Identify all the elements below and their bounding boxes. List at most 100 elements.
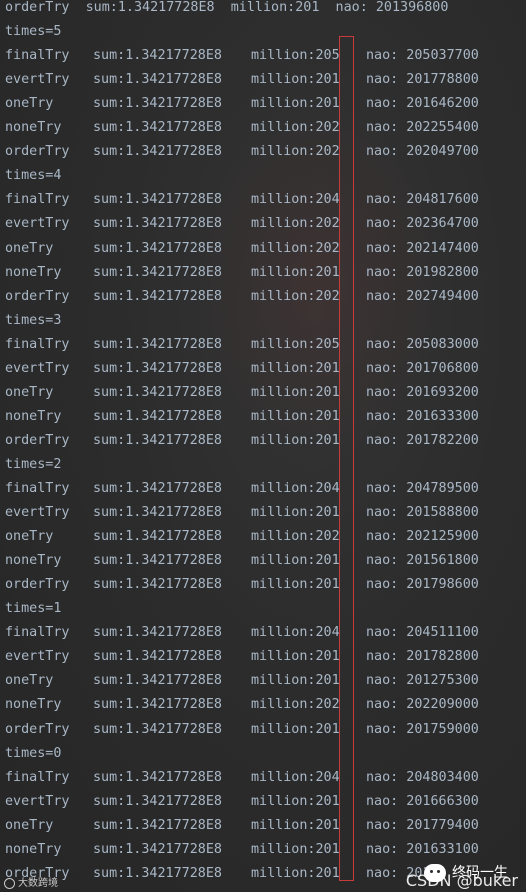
million-value: million:201 <box>251 96 340 112</box>
sum-value: sum:1.34217728E8 <box>93 240 222 256</box>
sum-value: sum:1.34217728E8 <box>93 649 222 665</box>
sum-value: sum:1.34217728E8 <box>93 120 222 136</box>
method-name: oneTry <box>5 384 54 400</box>
million-value: million:202 <box>251 216 340 232</box>
sum-value: sum:1.34217728E8 <box>93 505 222 521</box>
method-name: orderTry <box>5 721 70 737</box>
sum-value: sum:1.34217728E8 <box>93 360 222 376</box>
nao-value: nao: 204789500 <box>366 481 479 496</box>
method-name: noneTry <box>5 697 62 713</box>
sum-value: sum:1.34217728E8 <box>93 769 222 785</box>
source-watermark: 大数跨境 <box>4 874 58 889</box>
million-value: million:201 <box>251 721 340 737</box>
line-text: orderTry sum:1.34217728E8 million:201 na… <box>5 0 449 15</box>
million-value: million:201 <box>251 673 340 689</box>
source-logo-icon <box>4 877 15 889</box>
sum-value: sum:1.34217728E8 <box>93 96 222 112</box>
nao-value: nao: 201759000 <box>366 721 479 737</box>
sum-value: sum:1.34217728E8 <box>93 216 222 232</box>
million-value: million:205 <box>251 336 340 352</box>
method-name: evertTry <box>5 72 70 88</box>
nao-value: nao: 201666300 <box>366 793 479 809</box>
million-value: million:201 <box>251 865 340 881</box>
line-text: times=2 <box>5 456 62 472</box>
sum-value: sum:1.34217728E8 <box>93 481 222 496</box>
nao-value: nao: 204803400 <box>366 769 479 785</box>
nao-value: nao: 201778800 <box>366 72 479 88</box>
console-output[interactable]: orderTry sum:1.34217728E8 million:201 na… <box>0 0 526 892</box>
million-value: million:201 <box>251 505 340 521</box>
nao-value: nao: 201693200 <box>366 384 479 400</box>
nao-value: nao: 201633100 <box>366 841 479 857</box>
method-name: noneTry <box>5 120 62 136</box>
method-name: oneTry <box>5 96 54 112</box>
sum-value: sum:1.34217728E8 <box>93 144 222 160</box>
method-name: finalTry <box>5 48 70 64</box>
sum-value: sum:1.34217728E8 <box>93 72 222 88</box>
sum-value: sum:1.34217728E8 <box>93 865 222 881</box>
million-value: million:201 <box>251 841 340 857</box>
sum-value: sum:1.34217728E8 <box>93 336 222 352</box>
line-text: times=5 <box>5 24 62 40</box>
million-value: million:201 <box>251 817 340 833</box>
method-name: noneTry <box>5 408 62 424</box>
method-name: noneTry <box>5 553 62 569</box>
nao-value: nao: 201982800 <box>366 264 479 280</box>
line-text: times=0 <box>5 745 62 761</box>
method-name: noneTry <box>5 264 62 280</box>
sum-value: sum:1.34217728E8 <box>93 529 222 545</box>
csdn-watermark: CSDN @buker <box>405 871 518 890</box>
line-text: times=3 <box>5 312 62 328</box>
million-value: million:202 <box>251 144 340 160</box>
sum-value: sum:1.34217728E8 <box>93 264 222 280</box>
sum-value: sum:1.34217728E8 <box>93 625 222 641</box>
method-name: evertTry <box>5 216 70 232</box>
nao-value: nao: 202125900 <box>366 529 479 545</box>
method-name: oneTry <box>5 240 54 256</box>
method-name: finalTry <box>5 336 70 352</box>
nao-value: nao: 201779400 <box>366 817 479 833</box>
million-value: million:201 <box>251 72 340 88</box>
sum-value: sum:1.34217728E8 <box>93 721 222 737</box>
nao-value: nao: 205037700 <box>366 48 479 64</box>
nao-value: nao: 202749400 <box>366 288 479 304</box>
million-value: million:202 <box>251 120 340 136</box>
nao-value: nao: 201798600 <box>366 577 479 593</box>
sum-value: sum:1.34217728E8 <box>93 577 222 593</box>
method-name: oneTry <box>5 817 54 833</box>
sum-value: sum:1.34217728E8 <box>93 384 222 400</box>
method-name: noneTry <box>5 841 62 857</box>
nao-value: nao: 201646200 <box>366 96 479 112</box>
nao-value: nao: 204511100 <box>366 625 479 641</box>
million-value: million:202 <box>251 697 340 713</box>
method-name: evertTry <box>5 793 70 809</box>
method-name: orderTry <box>5 577 70 593</box>
sum-value: sum:1.34217728E8 <box>93 192 222 208</box>
sum-value: sum:1.34217728E8 <box>93 553 222 569</box>
million-value: million:201 <box>251 793 340 809</box>
method-name: finalTry <box>5 625 70 641</box>
million-value: million:204 <box>251 625 340 641</box>
nao-value: nao: 202209000 <box>366 697 479 713</box>
sum-value: sum:1.34217728E8 <box>93 697 222 713</box>
million-value: million:201 <box>251 264 340 280</box>
sum-value: sum:1.34217728E8 <box>93 793 222 809</box>
method-name: oneTry <box>5 529 54 545</box>
sum-value: sum:1.34217728E8 <box>93 408 222 424</box>
million-value: million:204 <box>251 481 340 496</box>
method-name: oneTry <box>5 673 54 689</box>
nao-value: nao: 201782800 <box>366 649 479 665</box>
million-value: million:201 <box>251 432 340 448</box>
method-name: orderTry <box>5 288 70 304</box>
line-text: times=4 <box>5 168 62 184</box>
nao-value: nao: 201633300 <box>366 408 479 424</box>
nao-value: nao: 204817600 <box>366 192 479 208</box>
million-value: million:201 <box>251 360 340 376</box>
nao-value: nao: 201706800 <box>366 360 479 376</box>
million-value: million:201 <box>251 553 340 569</box>
million-value: million:201 <box>251 649 340 665</box>
million-value: million:204 <box>251 769 340 785</box>
sum-value: sum:1.34217728E8 <box>93 288 222 304</box>
line-text: times=1 <box>5 601 62 617</box>
sum-value: sum:1.34217728E8 <box>93 48 222 64</box>
